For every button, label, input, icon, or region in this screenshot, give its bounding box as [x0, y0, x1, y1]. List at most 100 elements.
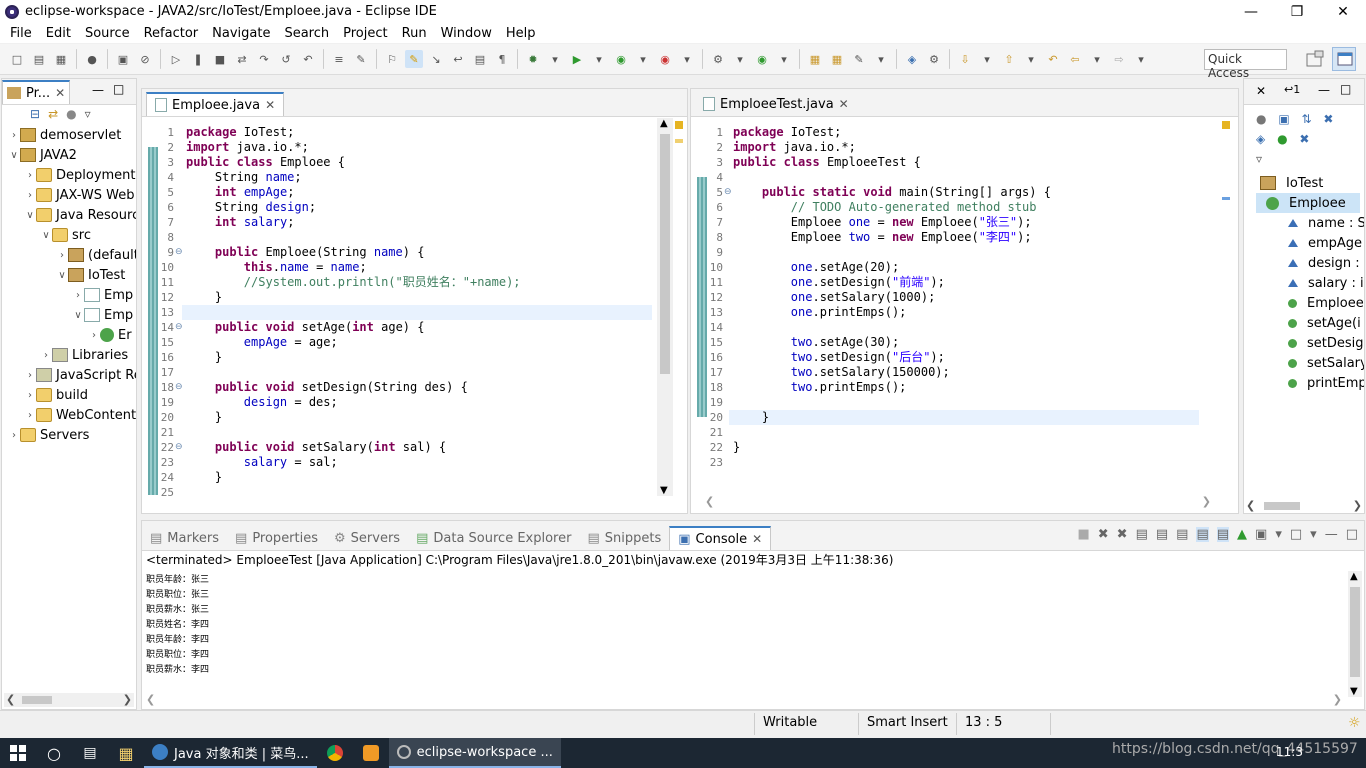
- code-line[interactable]: one.printEmps();: [733, 305, 907, 320]
- open-perspective-icon[interactable]: [1302, 47, 1326, 71]
- toggle-mark-occurrences-icon[interactable]: ✎: [405, 50, 423, 68]
- forward-dropdown-icon[interactable]: ▾: [1132, 50, 1150, 68]
- tree-item[interactable]: › (default: [56, 245, 136, 265]
- hide-local-icon[interactable]: ●: [1277, 132, 1287, 146]
- code-line[interactable]: two.setDesign("后台");: [733, 350, 945, 365]
- tab-emploee-java[interactable]: Emploee.java ✕: [146, 92, 285, 116]
- open-console-dropdown-icon[interactable]: ▾: [1310, 527, 1317, 542]
- outline-item[interactable]: name : S: [1288, 213, 1364, 233]
- remove-launch-icon[interactable]: ✖: [1098, 527, 1109, 542]
- quick-access-field[interactable]: Quick Access: [1204, 49, 1287, 80]
- code-line[interactable]: int salary;: [186, 215, 295, 230]
- outline-item[interactable]: salary : i: [1288, 273, 1364, 293]
- code-line[interactable]: salary = sal;: [186, 455, 338, 470]
- minimize-view-icon[interactable]: —: [92, 83, 104, 97]
- tip-bulb-icon[interactable]: ☼: [1348, 715, 1361, 731]
- code-line[interactable]: }: [186, 470, 222, 485]
- chrome-icon[interactable]: [317, 745, 353, 761]
- chevron-right-icon[interactable]: ›: [40, 350, 52, 361]
- back-dropdown-icon[interactable]: ▾: [1088, 50, 1106, 68]
- block-selection-icon[interactable]: ▤: [471, 50, 489, 68]
- tab-servers[interactable]: ⚙ Servers: [326, 526, 408, 550]
- next-edit-icon[interactable]: ⇩: [956, 50, 974, 68]
- disconnect-icon[interactable]: ⇄: [233, 50, 251, 68]
- coverage-icon[interactable]: ◉: [612, 50, 630, 68]
- menu-window[interactable]: Window: [434, 26, 499, 41]
- chevron-right-icon[interactable]: ›: [72, 290, 84, 301]
- save-icon[interactable]: ▤: [30, 50, 48, 68]
- close-icon[interactable]: ✕: [1256, 84, 1266, 98]
- outline-item[interactable]: design :: [1288, 253, 1360, 273]
- tree-item[interactable]: ∨ IoTest: [56, 265, 125, 285]
- code-line[interactable]: two.printEmps();: [733, 380, 907, 395]
- fold-icon[interactable]: ⊖: [724, 185, 732, 200]
- code-line[interactable]: two.setAge(30);: [733, 335, 899, 350]
- tab-markers[interactable]: ▤ Markers: [142, 526, 227, 550]
- show-on-stdout-icon[interactable]: ▤: [1196, 527, 1209, 542]
- open-project-icon[interactable]: ▦: [828, 50, 846, 68]
- chevron-right-icon[interactable]: ›: [88, 330, 100, 341]
- tray-clock[interactable]: 11:3: [1276, 745, 1303, 759]
- search-dropdown-icon[interactable]: ▾: [872, 50, 890, 68]
- tree-item[interactable]: › JavaScript Re: [24, 365, 136, 385]
- menu-navigate[interactable]: Navigate: [205, 26, 277, 41]
- code-line[interactable]: int empAge;: [186, 185, 295, 200]
- step-into-icon[interactable]: ↷: [255, 50, 273, 68]
- minimize-view-icon[interactable]: —: [1318, 83, 1330, 97]
- external-tools-icon[interactable]: ◉: [656, 50, 674, 68]
- view-menu-icon[interactable]: ▿: [85, 107, 91, 121]
- open-type-icon[interactable]: ⚐: [383, 50, 401, 68]
- skip-breakpoints-icon[interactable]: ⊘: [136, 50, 154, 68]
- code-line[interactable]: Emploee two = new Emploee("李四");: [733, 230, 1032, 245]
- scroll-lock-icon[interactable]: ▤: [1156, 527, 1168, 542]
- file-explorer-icon[interactable]: ▦: [108, 744, 144, 763]
- debug-icon[interactable]: ✹: [524, 50, 542, 68]
- tree-item[interactable]: ∨ Emp: [72, 305, 133, 325]
- tab-snippets[interactable]: ▤ Snippets: [579, 526, 669, 550]
- outline-item[interactable]: setAge(i: [1288, 313, 1361, 333]
- sort-az-icon[interactable]: ⇅: [1301, 112, 1311, 126]
- tab-emploeetest-java[interactable]: EmploeeTest.java ✕: [695, 92, 857, 116]
- menu-help[interactable]: Help: [499, 26, 543, 41]
- show-whitespace-icon[interactable]: ¶: [493, 50, 511, 68]
- close-icon[interactable]: ✕: [752, 532, 762, 546]
- web-services-icon[interactable]: ⚙: [925, 50, 943, 68]
- menu-edit[interactable]: Edit: [39, 26, 78, 41]
- next-annotation-icon[interactable]: ↘: [427, 50, 445, 68]
- tab-data-source-explorer[interactable]: ▤ Data Source Explorer: [408, 526, 579, 550]
- sublime-icon[interactable]: [353, 745, 389, 761]
- outline-item[interactable]: printEmp: [1288, 373, 1364, 393]
- chevron-right-icon[interactable]: ›: [24, 410, 36, 421]
- tree-item[interactable]: › Deployment: [24, 165, 136, 185]
- code-line[interactable]: public Emploee(String name) {: [186, 245, 425, 260]
- display-console-icon[interactable]: ▣: [1255, 527, 1267, 542]
- fold-icon[interactable]: ⊖: [175, 380, 183, 395]
- link-with-editor-icon[interactable]: ⇄: [48, 107, 58, 121]
- code-line[interactable]: public void setSalary(int sal) {: [186, 440, 446, 455]
- prev-edit-dropdown-icon[interactable]: ▾: [1022, 50, 1040, 68]
- word-wrap-icon[interactable]: ▤: [1176, 527, 1188, 542]
- tab-package-explorer[interactable]: Pr... ✕: [2, 80, 71, 104]
- sort-icon[interactable]: ↩1: [1284, 83, 1300, 96]
- pin-console-icon[interactable]: ▲: [1237, 527, 1247, 542]
- show-on-stderr-icon[interactable]: ▤: [1216, 527, 1230, 542]
- back-icon[interactable]: ⇦: [1066, 50, 1084, 68]
- editor-emploeetest-hscrollbar[interactable]: ❮ ❯: [705, 495, 1211, 509]
- close-icon[interactable]: ✕: [839, 97, 849, 111]
- tree-item[interactable]: › Emp: [72, 285, 133, 305]
- code-line[interactable]: public void setDesign(String des) {: [186, 380, 468, 395]
- tree-item[interactable]: › WebContent: [24, 405, 136, 425]
- resume-icon[interactable]: ▷: [167, 50, 185, 68]
- tab-properties[interactable]: ▤ Properties: [227, 526, 326, 550]
- code-line[interactable]: this.name = name;: [186, 260, 367, 275]
- search-icon[interactable]: ○: [36, 744, 72, 763]
- code-line[interactable]: // TODO Auto-generated method stub: [733, 200, 1037, 215]
- tree-item[interactable]: › Er: [88, 325, 132, 345]
- code-line[interactable]: }: [186, 290, 222, 305]
- filter-icon[interactable]: ●: [66, 107, 76, 121]
- code-line[interactable]: one.setDesign("前端");: [733, 275, 945, 290]
- suspend-icon[interactable]: ❚: [189, 50, 207, 68]
- chevron-down-icon[interactable]: ∨: [40, 230, 52, 241]
- code-line[interactable]: public static void main(String[] args) {: [733, 185, 1051, 200]
- windows-start-icon[interactable]: [0, 745, 36, 761]
